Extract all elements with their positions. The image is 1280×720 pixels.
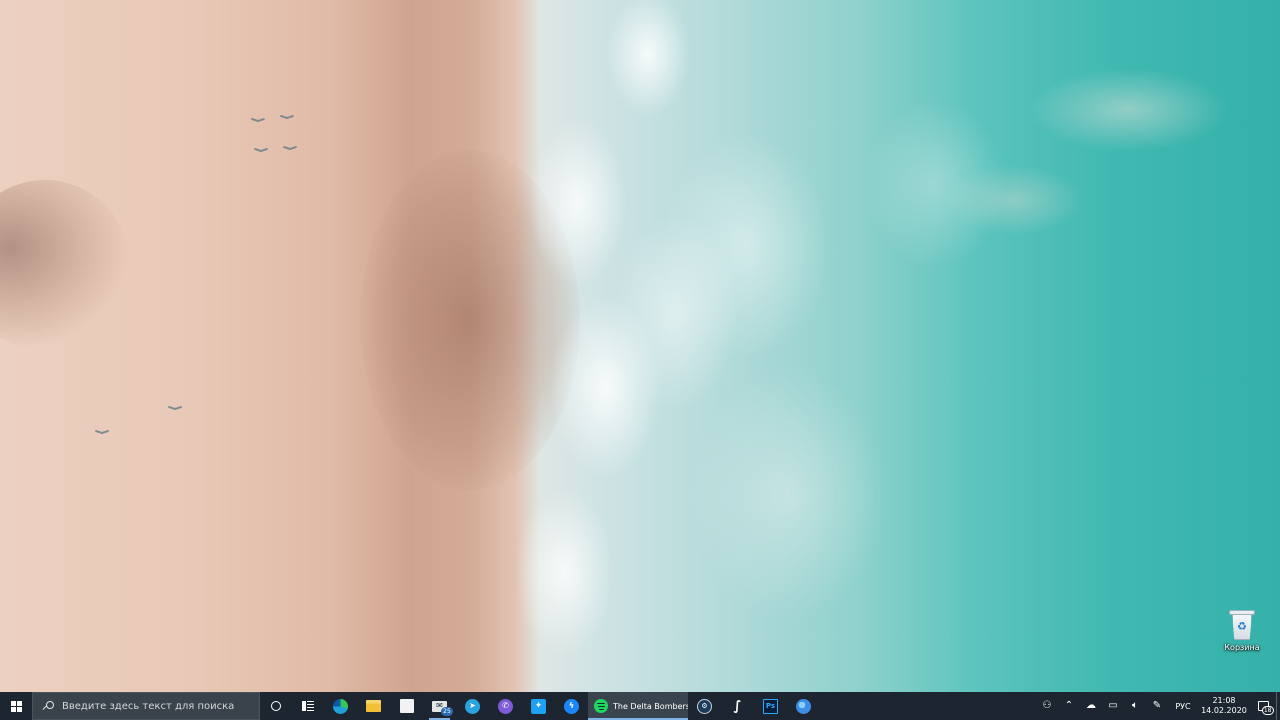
taskbar-twitter[interactable]: ✦ (522, 692, 555, 720)
search-placeholder: Введите здесь текст для поиска (62, 700, 235, 712)
tray-overflow-button[interactable]: ⌃ (1058, 692, 1080, 720)
desktop-icon-recycle-bin[interactable]: ♻ Корзина (1218, 610, 1266, 658)
spotify-window-title: The Delta Bombers ... (613, 701, 688, 711)
language-indicator: РУС (1175, 701, 1191, 711)
taskbar-edge[interactable] (324, 692, 357, 720)
messenger-icon: ϟ (564, 698, 579, 714)
cortana-button[interactable] (260, 692, 292, 720)
action-center-button[interactable]: 18 (1250, 692, 1276, 720)
clock-time: 21:08 (1212, 696, 1236, 705)
taskbar-store[interactable] (390, 692, 423, 720)
tray-onedrive[interactable]: ☁ (1080, 692, 1102, 720)
chevron-up-icon: ⌃ (1064, 700, 1074, 711)
task-view-button[interactable] (292, 692, 324, 720)
speaker-icon: 🔈︎ (1132, 700, 1138, 711)
tray-language[interactable]: РУС (1168, 692, 1198, 720)
wallpaper-wet-sand (360, 150, 580, 490)
circle-app-icon (796, 698, 811, 714)
tray-people-button[interactable]: ⚇ (1036, 692, 1058, 720)
taskbar-messenger[interactable]: ϟ (555, 692, 588, 720)
recycle-bin-icon: ♻ (1229, 610, 1255, 640)
taskbar: Введите здесь текст для поиска ✉ 25 ➤ ✆ … (0, 692, 1280, 720)
clock-date: 14.02.2020 (1201, 706, 1247, 715)
tray-volume[interactable]: 🔈︎ (1124, 692, 1146, 720)
tray-network[interactable]: ▭ (1102, 692, 1124, 720)
cloud-icon: ☁ (1086, 700, 1096, 711)
taskbar-spotify-window[interactable]: The Delta Bombers ... (588, 692, 688, 720)
wallpaper-silt (900, 20, 1280, 320)
people-icon: ⚇ (1042, 700, 1052, 711)
taskbar-mail[interactable]: ✉ 25 (423, 692, 456, 720)
bird-icon (254, 149, 268, 153)
bird-icon (168, 407, 182, 411)
bird-icon (283, 147, 297, 151)
notification-count-badge: 18 (1261, 706, 1274, 715)
spotify-icon (594, 699, 608, 713)
search-icon (42, 700, 54, 712)
taskbar-file-explorer[interactable] (357, 692, 390, 720)
taskbar-search-box[interactable]: Введите здесь текст для поиска (32, 692, 260, 720)
wallpaper-foam-far (620, 60, 1040, 680)
store-icon (399, 699, 414, 713)
steam-icon: ⚙ (697, 698, 712, 714)
edge-icon (333, 698, 348, 714)
desktop-wallpaper (0, 0, 1280, 692)
folder-icon (366, 700, 381, 712)
bird-icon (95, 431, 109, 435)
photoshop-icon: Ps (763, 698, 778, 714)
desktop-icon-label: Корзина (1224, 643, 1260, 652)
viber-icon: ✆ (498, 698, 513, 714)
windows-logo-icon (10, 700, 22, 712)
twitter-icon: ✦ (531, 698, 546, 714)
start-button[interactable] (0, 692, 32, 720)
wallpaper-foam (480, 0, 760, 692)
taskbar-telegram[interactable]: ➤ (456, 692, 489, 720)
taskbar-connect-app[interactable]: ∫ (721, 692, 754, 720)
taskbar-viber[interactable]: ✆ (489, 692, 522, 720)
bird-icon (280, 116, 294, 120)
network-icon: ▭ (1108, 700, 1118, 711)
mail-unread-badge: 25 (441, 707, 453, 716)
wallpaper-sand-patch (0, 180, 130, 350)
show-desktop-button[interactable] (1276, 692, 1280, 720)
pen-icon: ✎ (1152, 700, 1162, 711)
cortana-icon (271, 701, 281, 711)
notification-icon: 18 (1257, 701, 1274, 715)
tray-pen[interactable]: ✎ (1146, 692, 1168, 720)
telegram-icon: ➤ (465, 698, 480, 714)
taskbar-steam[interactable]: ⚙ (688, 692, 721, 720)
task-view-icon (302, 701, 314, 711)
taskbar-circle-app[interactable] (787, 692, 820, 720)
taskbar-photoshop[interactable]: Ps (754, 692, 787, 720)
bird-icon (251, 119, 265, 123)
tray-clock[interactable]: 21:08 14.02.2020 (1198, 692, 1250, 720)
connect-icon: ∫ (733, 698, 742, 714)
